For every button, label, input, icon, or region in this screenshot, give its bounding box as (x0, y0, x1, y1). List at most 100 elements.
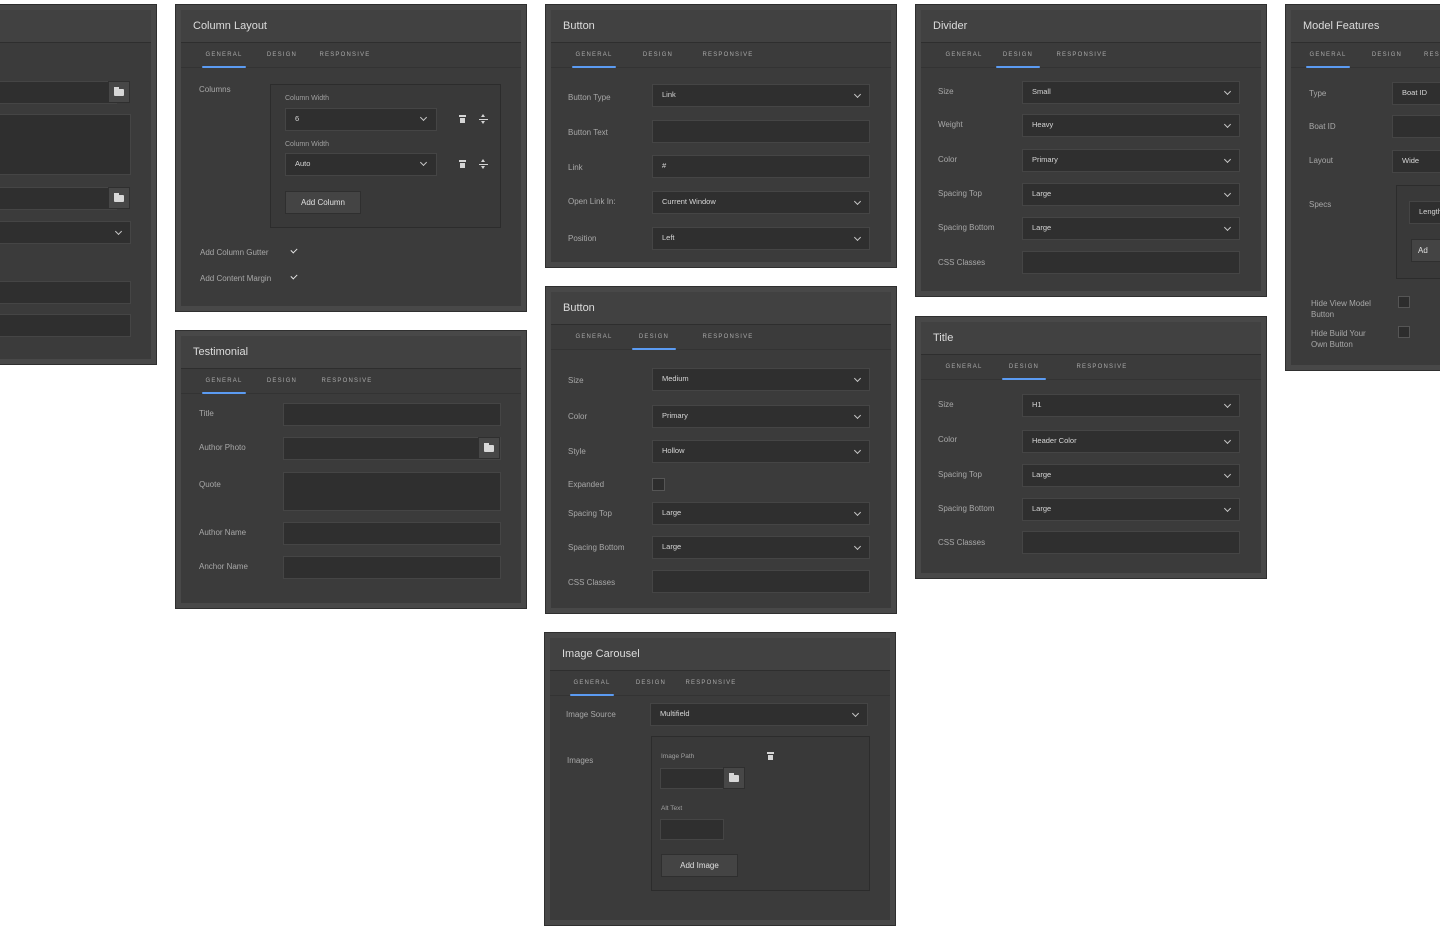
css-classes-input[interactable] (1022, 251, 1240, 274)
weight-select[interactable]: Heavy (1022, 114, 1240, 137)
tab-responsive[interactable]: RESPONSIVE (320, 369, 374, 393)
reorder-icon[interactable] (479, 114, 488, 124)
tab-design[interactable]: DESIGN (263, 369, 301, 393)
divider-panel: Divider GENERAL DESIGN RESPONSIVE Size S… (916, 5, 1266, 296)
tab-design[interactable]: DESIGN (639, 43, 677, 67)
css-classes-input[interactable] (652, 570, 870, 593)
button-type-select[interactable]: Link (652, 84, 870, 107)
text-input-2[interactable] (0, 314, 131, 337)
tab-general[interactable]: GENERAL (1306, 43, 1350, 68)
spacing-bottom-select[interactable]: Large (652, 536, 870, 559)
spacing-top-label: Spacing Top (568, 509, 612, 518)
style-select[interactable]: Hollow (652, 440, 870, 463)
hide-build-your-own-checkbox[interactable] (1398, 326, 1410, 338)
author-photo-input[interactable] (283, 437, 501, 460)
path-input-2[interactable] (0, 187, 117, 210)
select-field[interactable] (0, 221, 131, 244)
size-select[interactable]: Small (1022, 81, 1240, 104)
path-input[interactable] (0, 81, 117, 104)
quote-label: Quote (199, 480, 221, 489)
tab-design[interactable]: DESIGN (632, 325, 676, 350)
alt-text-input[interactable] (660, 819, 724, 840)
quote-textarea[interactable] (283, 472, 501, 511)
columns-multifield: Column Width 6 Column Width Auto Add Col… (270, 84, 501, 228)
tab-design[interactable]: DESIGN (263, 43, 301, 67)
color-label: Color (938, 155, 958, 164)
column-layout-panel: Column Layout GENERAL DESIGN RESPONSIVE … (176, 5, 526, 311)
text-input[interactable] (0, 281, 131, 304)
tab-responsive[interactable]: RESPONSIVE (701, 325, 755, 349)
color-select[interactable]: Primary (652, 405, 870, 428)
trash-icon[interactable] (459, 160, 466, 168)
button-text-input[interactable] (652, 120, 870, 143)
tab-design[interactable]: DESIGN (996, 43, 1040, 68)
textarea[interactable] (0, 114, 131, 175)
tab-general[interactable]: GENERAL (202, 43, 246, 68)
boat-id-input[interactable] (1392, 115, 1440, 138)
tab-general[interactable]: GENERAL (942, 43, 986, 67)
image-path-label: Image Path (661, 753, 695, 760)
trash-icon[interactable] (767, 752, 774, 760)
position-select[interactable]: Left (652, 227, 870, 250)
tab-bar: GENERAL DESIGN RESPONSIVE (551, 325, 891, 350)
title-input[interactable] (283, 403, 501, 426)
spacing-bottom-select[interactable]: Large (1022, 217, 1240, 240)
layout-select[interactable]: Wide (1392, 150, 1440, 173)
color-select[interactable]: Primary (1022, 149, 1240, 172)
tab-bar: GENERAL DESIGN RESPONSIVE (921, 43, 1261, 68)
css-classes-input[interactable] (1022, 531, 1240, 554)
image-path-input[interactable] (660, 768, 724, 789)
reorder-icon[interactable] (479, 159, 488, 169)
folder-icon[interactable] (723, 767, 745, 789)
chevron-down-icon (853, 411, 862, 419)
anchor-name-input[interactable] (283, 556, 501, 579)
panel-title: Testimonial (181, 336, 521, 369)
spacing-bottom-label: Spacing Bottom (938, 223, 995, 232)
open-link-select[interactable]: Current Window (652, 191, 870, 214)
spacing-top-select[interactable]: Large (1022, 183, 1240, 206)
tab-bar: GENERAL DESIGN RES (1291, 43, 1440, 68)
type-select[interactable]: Boat ID (1392, 82, 1440, 105)
spacing-bottom-select[interactable]: Large (1022, 498, 1240, 521)
size-select[interactable]: H1 (1022, 394, 1240, 417)
folder-icon[interactable] (478, 437, 500, 459)
tab-responsive[interactable]: RESPONSIVE (318, 43, 372, 67)
tab-general[interactable]: GENERAL (570, 671, 614, 696)
image-source-select[interactable]: Multifield (650, 703, 868, 726)
spacing-top-select[interactable]: Large (1022, 464, 1240, 487)
specs-input[interactable]: Length (1409, 201, 1440, 224)
position-label: Position (568, 234, 597, 243)
check-icon[interactable] (290, 272, 298, 280)
add-column-button[interactable]: Add Column (285, 191, 361, 214)
tab-responsive[interactable]: RESPONSIVE (1055, 43, 1109, 67)
specs-label: Specs (1309, 200, 1332, 209)
folder-icon[interactable] (108, 81, 130, 103)
tab-responsive[interactable]: RESPONSIVE (1075, 355, 1129, 379)
column-width-select[interactable]: 6 (285, 108, 437, 131)
spacing-top-label: Spacing Top (938, 189, 982, 198)
tab-design[interactable]: DESIGN (1002, 355, 1046, 380)
author-name-input[interactable] (283, 522, 501, 545)
trash-icon[interactable] (459, 115, 466, 123)
tab-responsive[interactable]: RES (1424, 43, 1440, 67)
tab-design[interactable]: DESIGN (1368, 43, 1406, 67)
check-icon[interactable] (290, 246, 298, 254)
expanded-checkbox[interactable] (652, 478, 665, 491)
folder-icon[interactable] (108, 187, 130, 209)
link-input[interactable]: # (652, 155, 870, 178)
tab-design[interactable]: DESIGN (632, 671, 670, 695)
tab-responsive[interactable]: RESPONSIVE (701, 43, 755, 67)
add-image-button[interactable]: Add Image (661, 854, 738, 877)
tab-general[interactable]: GENERAL (572, 43, 616, 68)
tab-general[interactable]: GENERAL (942, 355, 986, 379)
spacing-top-select[interactable]: Large (652, 502, 870, 525)
tab-general[interactable]: GENERAL (572, 325, 616, 349)
color-select[interactable]: Header Color (1022, 430, 1240, 453)
tab-general[interactable]: GENERAL (202, 369, 246, 394)
chevron-down-icon (853, 90, 862, 98)
tab-responsive[interactable]: RESPONSIVE (684, 671, 738, 695)
column-width-select[interactable]: Auto (285, 153, 437, 176)
add-spec-button[interactable]: Ad (1411, 239, 1440, 262)
size-select[interactable]: Medium (652, 368, 870, 391)
hide-view-model-checkbox[interactable] (1398, 296, 1410, 308)
